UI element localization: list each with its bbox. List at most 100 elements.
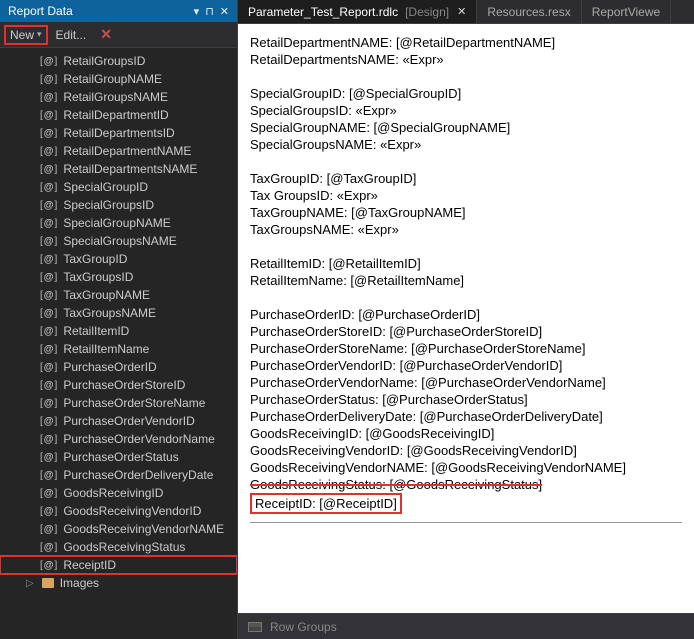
parameter-label: RetailDepartmentNAME xyxy=(63,144,191,158)
parameter-item[interactable]: [@]TaxGroupsID xyxy=(0,268,237,286)
panel-title: Report Data xyxy=(8,4,194,18)
report-text-line[interactable]: GoodsReceivingVendorID: [@GoodsReceiving… xyxy=(250,442,682,459)
parameter-item[interactable]: [@]SpecialGroupID xyxy=(0,178,237,196)
parameter-label: SpecialGroupsNAME xyxy=(63,234,176,248)
dropdown-icon[interactable]: ▾ xyxy=(194,5,200,18)
row-groups-bar: Row Groups xyxy=(238,613,694,639)
close-icon[interactable]: ✕ xyxy=(220,5,229,18)
report-text-line[interactable]: PurchaseOrderID: [@PurchaseOrderID] xyxy=(250,306,682,323)
report-text-line[interactable]: Tax GroupsID: «Expr» xyxy=(250,187,682,204)
parameter-item[interactable]: [@]PurchaseOrderVendorID xyxy=(0,412,237,430)
parameter-item[interactable]: [@]GoodsReceivingStatus xyxy=(0,538,237,556)
report-design-surface[interactable]: RetailDepartmentNAME: [@RetailDepartment… xyxy=(238,24,694,613)
report-text-line[interactable] xyxy=(250,68,682,85)
parameter-label: TaxGroupsID xyxy=(63,270,133,284)
report-text-line[interactable]: SpecialGroupNAME: [@SpecialGroupNAME] xyxy=(250,119,682,136)
parameter-item[interactable]: [@]SpecialGroupsNAME xyxy=(0,232,237,250)
report-text-line[interactable]: SpecialGroupID: [@SpecialGroupID] xyxy=(250,85,682,102)
report-text-line-strike[interactable]: GoodsReceivingStatus: [@GoodsReceivingSt… xyxy=(250,476,682,493)
parameter-label: PurchaseOrderVendorID xyxy=(63,414,194,428)
parameter-icon: [@] xyxy=(40,542,57,553)
editor-tab[interactable]: Parameter_Test_Report.rdlc [Design] ✕ xyxy=(238,0,477,23)
parameter-label: RetailGroupNAME xyxy=(63,72,162,86)
tab-close-icon[interactable]: ✕ xyxy=(457,5,466,18)
parameter-label: RetailItemID xyxy=(63,324,129,338)
report-text-line[interactable]: PurchaseOrderVendorName: [@PurchaseOrder… xyxy=(250,374,682,391)
parameter-label: PurchaseOrderID xyxy=(63,360,156,374)
editor-area: Parameter_Test_Report.rdlc [Design] ✕ Resou… xyxy=(238,0,694,639)
report-text-line[interactable]: TaxGroupNAME: [@TaxGroupNAME] xyxy=(250,204,682,221)
parameter-label: RetailDepartmentsID xyxy=(63,126,174,140)
images-folder[interactable]: ▷Images xyxy=(0,574,237,592)
parameter-label: PurchaseOrderStoreName xyxy=(63,396,205,410)
parameter-label: PurchaseOrderDeliveryDate xyxy=(63,468,213,482)
parameter-item[interactable]: [@]PurchaseOrderVendorName xyxy=(0,430,237,448)
parameter-item[interactable]: [@]RetailGroupsNAME xyxy=(0,88,237,106)
parameter-item[interactable]: [@]SpecialGroupsID xyxy=(0,196,237,214)
parameter-icon: [@] xyxy=(40,164,57,175)
report-text-line[interactable]: RetailDepartmentsNAME: «Expr» xyxy=(250,51,682,68)
parameter-item[interactable]: [@]TaxGroupNAME xyxy=(0,286,237,304)
report-text-line[interactable]: GoodsReceivingVendorNAME: [@GoodsReceivi… xyxy=(250,459,682,476)
tab-label: Parameter_Test_Report.rdlc xyxy=(248,5,398,19)
tab-label: Resources.resx xyxy=(487,5,570,19)
parameter-icon: [@] xyxy=(40,524,57,535)
editor-tab[interactable]: ReportViewe xyxy=(582,0,671,23)
tab-suffix: [Design] xyxy=(405,5,449,19)
report-text-line-highlighted[interactable]: ReceiptID: [@ReceiptID] xyxy=(250,493,682,514)
parameter-label: SpecialGroupsID xyxy=(63,198,154,212)
report-text-line[interactable]: PurchaseOrderStoreName: [@PurchaseOrderS… xyxy=(250,340,682,357)
parameter-item[interactable]: [@]RetailDepartmentsID xyxy=(0,124,237,142)
report-text-line[interactable]: RetailItemID: [@RetailItemID] xyxy=(250,255,682,272)
parameter-item[interactable]: [@]TaxGroupsNAME xyxy=(0,304,237,322)
parameter-item[interactable]: [@]PurchaseOrderDeliveryDate xyxy=(0,466,237,484)
report-text-line[interactable] xyxy=(250,153,682,170)
report-text-line[interactable]: PurchaseOrderDeliveryDate: [@PurchaseOrd… xyxy=(250,408,682,425)
parameter-item[interactable]: [@]PurchaseOrderStatus xyxy=(0,448,237,466)
report-text-line[interactable]: TaxGroupID: [@TaxGroupID] xyxy=(250,170,682,187)
report-text-line[interactable] xyxy=(250,289,682,306)
parameter-item[interactable]: [@]TaxGroupID xyxy=(0,250,237,268)
parameter-tree[interactable]: [@]RetailGroupsID[@]RetailGroupNAME[@]Re… xyxy=(0,48,237,639)
parameter-label: ReceiptID xyxy=(63,558,116,572)
parameter-label: GoodsReceivingVendorID xyxy=(63,504,201,518)
report-text-line[interactable]: RetailDepartmentNAME: [@RetailDepartment… xyxy=(250,34,682,51)
parameter-item[interactable]: [@] RetailGroupNAME xyxy=(0,70,237,88)
report-text-line[interactable]: RetailItemName: [@RetailItemName] xyxy=(250,272,682,289)
parameter-item[interactable]: [@] ReceiptID xyxy=(0,556,237,574)
parameter-item[interactable]: [@]RetailDepartmentsNAME xyxy=(0,160,237,178)
parameter-icon: [@] xyxy=(40,74,57,85)
parameter-icon: [@] xyxy=(40,452,57,463)
report-text-line[interactable]: PurchaseOrderStoreID: [@PurchaseOrderSto… xyxy=(250,323,682,340)
parameter-item[interactable]: [@]GoodsReceivingID xyxy=(0,484,237,502)
delete-icon[interactable]: ✕ xyxy=(100,26,112,43)
parameter-icon: [@] xyxy=(40,560,57,571)
report-text-line[interactable]: GoodsReceivingID: [@GoodsReceivingID] xyxy=(250,425,682,442)
parameter-item[interactable]: [@]PurchaseOrderStoreID xyxy=(0,376,237,394)
report-text-line[interactable]: PurchaseOrderStatus: [@PurchaseOrderStat… xyxy=(250,391,682,408)
parameter-item[interactable]: [@]GoodsReceivingVendorID xyxy=(0,502,237,520)
report-text-line[interactable] xyxy=(250,238,682,255)
parameter-item[interactable]: [@]RetailDepartmentNAME xyxy=(0,142,237,160)
parameter-label: RetailItemName xyxy=(63,342,149,356)
parameter-item[interactable]: [@]RetailDepartmentID xyxy=(0,106,237,124)
panel-toolbar: New ▾ Edit... ✕ xyxy=(0,22,237,48)
pin-icon[interactable]: ⊓ xyxy=(205,5,214,18)
report-data-panel: Report Data ▾ ⊓ ✕ New ▾ Edit... ✕ [@]Ret… xyxy=(0,0,238,639)
parameter-item[interactable]: [@]GoodsReceivingVendorNAME xyxy=(0,520,237,538)
report-text-line[interactable]: SpecialGroupsNAME: «Expr» xyxy=(250,136,682,153)
parameter-item[interactable]: [@]SpecialGroupNAME xyxy=(0,214,237,232)
edit-button[interactable]: Edit... xyxy=(56,28,87,42)
expand-icon[interactable]: ▷ xyxy=(26,578,34,589)
parameter-item[interactable]: [@]RetailItemID xyxy=(0,322,237,340)
new-button[interactable]: New ▾ xyxy=(6,27,46,43)
editor-tab[interactable]: Resources.resx xyxy=(477,0,581,23)
parameter-item[interactable]: [@]PurchaseOrderStoreName xyxy=(0,394,237,412)
report-text-line[interactable]: PurchaseOrderVendorID: [@PurchaseOrderVe… xyxy=(250,357,682,374)
parameter-item[interactable]: [@]RetailItemName xyxy=(0,340,237,358)
parameter-item[interactable]: [@]RetailGroupsID xyxy=(0,52,237,70)
report-text-line[interactable]: TaxGroupsNAME: «Expr» xyxy=(250,221,682,238)
panel-header: Report Data ▾ ⊓ ✕ xyxy=(0,0,237,22)
report-text-line[interactable]: SpecialGroupsID: «Expr» xyxy=(250,102,682,119)
parameter-item[interactable]: [@]PurchaseOrderID xyxy=(0,358,237,376)
